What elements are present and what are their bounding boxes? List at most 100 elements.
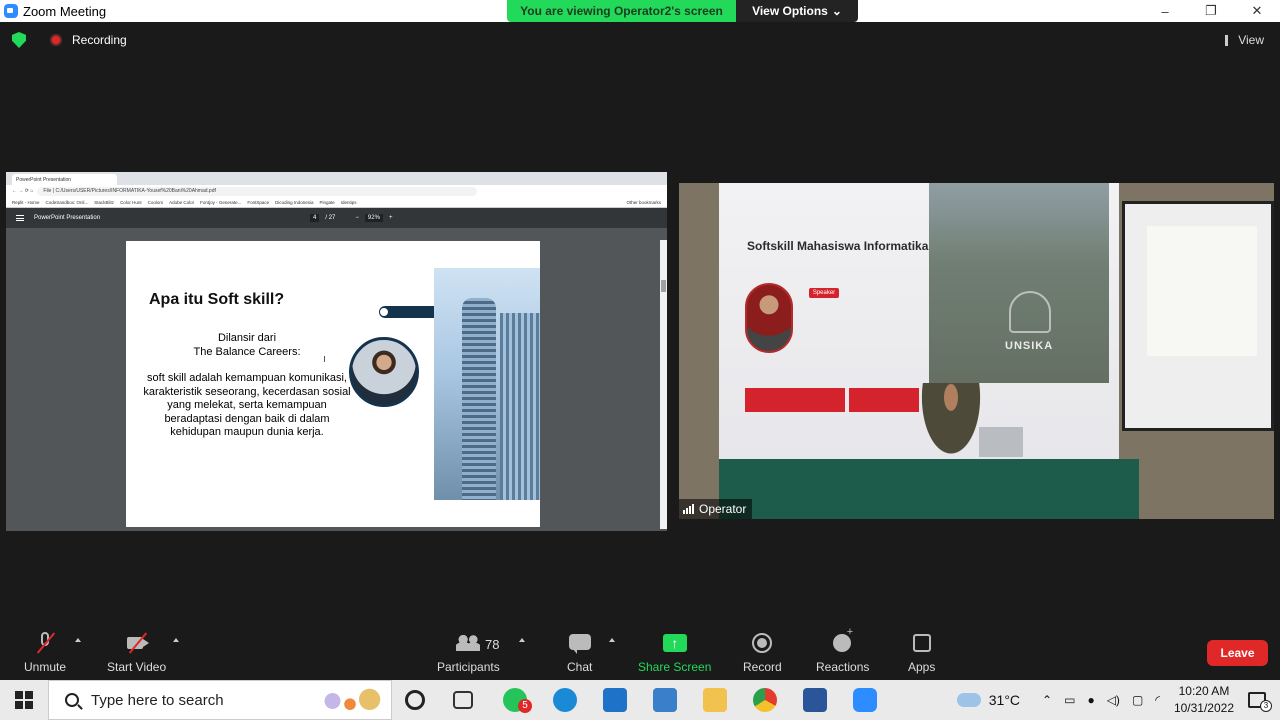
taskbar-search[interactable]: Type here to search [48,680,392,720]
slide-source-line: Dilansir dari [217,332,277,344]
temperature[interactable]: 31°C [989,692,1020,708]
whatsapp-icon[interactable]: 5 [503,688,532,713]
clock-date: 10/31/2022 [1173,701,1234,715]
zoom-app-icon [4,4,18,18]
participants-count: 78 [485,637,500,652]
control-panel-icon[interactable] [653,688,677,712]
meeting-toolbar: Unmute Start Video Participants 78 Chat … [0,626,1280,680]
file-explorer-icon[interactable] [703,688,727,712]
camera-off-icon [125,632,149,654]
record-icon [750,632,774,654]
browser-tab-strip: PowerPoint Presentation [6,172,667,185]
apps-icon [910,632,934,654]
maximize-button[interactable]: ❐ [1188,0,1234,22]
bookmark-item: Color Hunt [120,199,142,205]
view-label: View [1238,33,1264,47]
word-icon[interactable] [803,688,827,712]
task-view-icon[interactable] [453,691,473,709]
participants-caret-icon[interactable] [519,638,525,642]
pdf-toolbar: PowerPoint Presentation 4 / 27 − 92% + [6,208,667,228]
zoom-out-icon: − [355,215,359,221]
url-text: C:/Users/USER/Pictures/INFORMATIKA-Youse… [55,188,216,194]
record-button[interactable]: Record [743,632,782,674]
bookmark-item: Replit - Home [12,199,40,205]
meeting-status: Recording [12,32,127,48]
chrome-icon[interactable] [753,688,777,712]
presentation-slide: Apa itu Soft skill? Dilansir dari The Ba… [126,241,540,527]
zoom-taskbar-icon[interactable] [853,688,877,712]
leave-button[interactable]: Leave [1207,640,1268,666]
presenter-person [917,383,985,463]
laptop [979,427,1023,457]
chat-caret-icon[interactable] [609,638,615,642]
tab-title: PowerPoint Presentation [16,176,72,183]
lotus-logo-icon [1009,291,1051,333]
mouse-cursor-icon [324,356,328,362]
close-button[interactable]: ✕ [1234,0,1280,22]
bookmark-item: Coolors [147,199,164,205]
pen-icon[interactable]: ▢ [1132,693,1143,707]
slide-source: Dilansir dari The Balance Careers: [140,331,354,359]
cortana-icon[interactable] [405,690,425,710]
logo-text: UNSIKA [1005,340,1054,352]
participants-label: Participants [437,660,500,674]
notifications-count: 3 [1260,700,1272,712]
view-options-label: View Options [752,4,828,18]
recording-label[interactable]: Recording [72,33,127,47]
show-hidden-icons-icon[interactable]: ⌃ [1042,693,1052,707]
microphone-icon[interactable]: ● [1087,693,1094,707]
view-layout-icon [1225,34,1233,46]
view-options-button[interactable]: View Options ⌄ [736,0,858,22]
start-video-label: Start Video [107,660,167,674]
chat-button[interactable]: Chat [567,632,592,674]
clock[interactable]: 10:20 AM 10/31/2022 [1174,683,1234,717]
page-current: 4 [310,214,320,222]
pdf-title: PowerPoint Presentation [34,215,101,221]
other-bookmarks: Other bookmarks [626,199,661,205]
participant-video[interactable]: Softskill Mahasiswa Informatika Speaker … [679,183,1274,519]
slide-building-photo [434,268,540,500]
battery-icon[interactable]: ▭ [1064,693,1075,707]
speaker-tag: Speaker [809,288,839,298]
view-button[interactable]: View [1225,33,1264,47]
apps-button[interactable]: Apps [908,632,935,674]
nav-arrows-icon: ← → ⟳ ⌂ [12,188,34,194]
slide-person-photo [349,337,419,407]
encryption-shield-icon[interactable] [12,32,26,48]
bookmark-item: FontSpace [247,199,270,205]
speaker-icon[interactable]: ◁) [1107,693,1120,707]
mail-icon[interactable] [603,688,627,712]
weather-cloud-icon [956,693,981,707]
browser-address-bar: ← → ⟳ ⌂ File | C:/Users/USER/Pictures/IN… [6,185,667,197]
windows-start-icon[interactable] [15,691,33,709]
unmute-button[interactable]: Unmute [24,632,66,674]
venue-box [849,388,919,412]
url-field: File | C:/Users/USER/Pictures/INFORMATIK… [37,186,478,196]
video-options-caret-icon[interactable] [173,638,179,642]
microphone-muted-icon [33,632,57,654]
slide-body: soft skill adalah kemampuan komunikasi, … [143,372,351,439]
bookmark-item: Adobe Color [169,199,195,205]
zoom-level: 92% [364,214,383,222]
wifi-icon[interactable]: ◜ [1155,693,1160,707]
chat-label: Chat [567,660,593,674]
participant-name-label: Operator [679,499,753,519]
share-screen-label: Share Screen [638,660,712,674]
edge-icon[interactable] [553,688,577,712]
participants-icon [456,632,481,654]
share-screen-button[interactable]: Share Screen [638,632,711,674]
scroll-thumb [661,280,666,292]
search-highlight-icon [315,685,385,717]
chevron-down-icon: ⌄ [831,4,842,18]
window-controls: – ❐ ✕ [1142,0,1280,22]
bookmark-item: Identips [340,199,357,205]
reactions-button[interactable]: Reactions [816,626,869,674]
zoom-in-icon: + [388,215,393,221]
audio-options-caret-icon[interactable] [75,638,81,642]
minimize-button[interactable]: – [1142,0,1188,22]
notifications-icon[interactable]: 3 [1248,692,1272,712]
shared-screen[interactable]: PowerPoint Presentation ← → ⟳ ⌂ File | C… [6,172,667,531]
url-prefix: File [43,188,52,194]
start-video-button[interactable]: Start Video [107,632,166,674]
bookmarks-bar: Replit - Home CodeSandbox: Onli... Stack… [6,197,667,208]
